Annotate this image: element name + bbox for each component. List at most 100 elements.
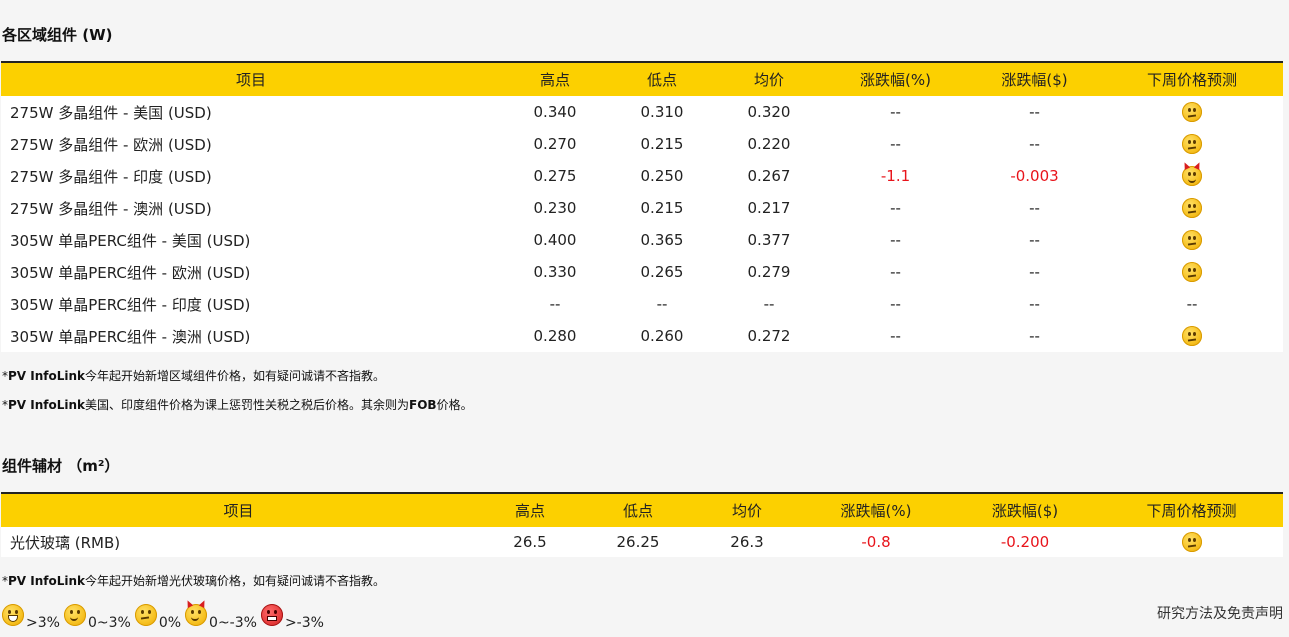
cell-change-abs: --: [1029, 135, 1040, 153]
cell-low: 0.215: [640, 135, 684, 153]
auxiliary-materials-table: 项目 高点 低点 均价 涨跌幅(%) 涨跌幅($) 下周价格预测 光伏玻璃 (R…: [1, 492, 1283, 557]
neutral-face-icon: [1182, 102, 1202, 122]
note-tariff: *PV InfoLink美国、印度组件价格为课上惩罚性关税之税后价格。其余则为F…: [2, 398, 473, 412]
cell-change-pct: --: [890, 327, 901, 345]
neutral-face-icon: [1182, 326, 1202, 346]
cell-change-abs: --: [1029, 199, 1040, 217]
legend-label: >3%: [26, 615, 60, 631]
cell-change-pct: --: [890, 135, 901, 153]
cell-item-name: 光伏玻璃 (RMB): [10, 533, 121, 552]
angry-face-icon: [260, 604, 283, 626]
cell-item-name: 275W 多晶组件 - 澳洲 (USD): [10, 199, 212, 218]
cell-forecast: [1101, 160, 1283, 192]
legend-item: 0~-3%: [185, 604, 257, 631]
brand-name: PV InfoLink: [8, 369, 86, 383]
cell-item-name: 275W 多晶组件 - 欧洲 (USD): [10, 135, 212, 154]
cell-high: 0.340: [533, 103, 577, 121]
cell-forecast: [1101, 128, 1283, 160]
cell-change-abs: -0.003: [1010, 167, 1059, 185]
col-header-avg: 均价: [731, 502, 762, 520]
cell-avg: 26.3: [730, 533, 764, 551]
cell-item-name: 275W 多晶组件 - 印度 (USD): [10, 167, 212, 186]
cell-low: 0.250: [640, 167, 684, 185]
cell-item-name: 275W 多晶组件 - 美国 (USD): [10, 103, 212, 122]
cell-item-name: 305W 单晶PERC组件 - 澳洲 (USD): [10, 327, 251, 346]
col-header-change-pct: 涨跌幅(%): [840, 502, 912, 520]
cell-high: 26.5: [513, 533, 547, 551]
cell-forecast: [1101, 224, 1283, 256]
legend-item: 0~3%: [63, 604, 131, 631]
col-header-change-abs: 涨跌幅($): [1001, 71, 1068, 89]
cell-avg: 0.272: [747, 327, 791, 345]
cell-change-abs: --: [1029, 263, 1040, 281]
table-row: 275W 多晶组件 - 美国 (USD) 0.340 0.310 0.320 -- --: [1, 96, 1283, 128]
cell-change-pct: -1.1: [880, 167, 911, 185]
section-title-auxiliary: 组件辅材 （m²）: [2, 457, 120, 475]
cell-change-abs: --: [1029, 327, 1040, 345]
cell-low: 26.25: [616, 533, 660, 551]
neutral-face-icon: [1182, 230, 1202, 250]
cell-avg: 0.320: [747, 103, 791, 121]
cell-avg: 0.220: [747, 135, 791, 153]
legend-label: 0~3%: [87, 615, 131, 631]
cell-change-pct: --: [890, 231, 901, 249]
cell-change-pct: -0.8: [861, 533, 891, 551]
cell-avg: 0.217: [747, 199, 791, 217]
brand-name: PV InfoLink: [8, 574, 86, 588]
cell-item-name: 305W 单晶PERC组件 - 欧洲 (USD): [10, 263, 251, 282]
cell-change-pct: --: [890, 295, 901, 313]
note-text: 美国、印度组件价格为课上惩罚性关税之税后价格。其余则为: [85, 398, 410, 412]
neutral-face-icon: [1182, 134, 1202, 154]
col-header-avg: 均价: [753, 71, 784, 89]
devil-face-icon: [185, 604, 208, 626]
legend-label: >-3%: [284, 615, 324, 631]
legend-label: 0%: [158, 615, 182, 631]
regional-modules-table: 项目 高点 低点 均价 涨跌幅(%) 涨跌幅($) 下周价格预测 275W 多晶…: [1, 61, 1283, 352]
table-row: 275W 多晶组件 - 澳洲 (USD) 0.230 0.215 0.217 -- --: [1, 192, 1283, 224]
cell-item-name: 305W 单晶PERC组件 - 美国 (USD): [10, 231, 251, 250]
forecast-legend: >3% 0~3% 0% 0~-3% >-3%: [2, 601, 328, 631]
note-text-tail: 价格。: [436, 398, 473, 412]
cell-high: 0.275: [533, 167, 577, 185]
cell-forecast: [1101, 320, 1283, 352]
neutral-face-icon: [134, 604, 157, 626]
cell-change-pct: --: [890, 103, 901, 121]
cell-item-name: 305W 单晶PERC组件 - 印度 (USD): [10, 295, 251, 314]
note-text: 今年起开始新增区域组件价格，如有疑问诚请不吝指教。: [85, 369, 386, 383]
col-header-item: 项目: [223, 502, 254, 520]
neutral-face-icon: [1181, 532, 1202, 552]
col-header-low: 低点: [646, 71, 677, 89]
col-header-high: 高点: [514, 502, 545, 520]
note-glass: *PV InfoLink今年起开始新增光伏玻璃价格，如有疑问诚请不吝指教。: [2, 574, 386, 588]
cell-forecast: [1101, 96, 1283, 128]
note-regional-modules: *PV InfoLink今年起开始新增区域组件价格，如有疑问诚请不吝指教。: [2, 369, 386, 383]
cell-high: --: [549, 295, 561, 313]
cell-low: 0.310: [640, 103, 684, 121]
fob-label: FOB: [409, 398, 437, 412]
table-row: 305W 单晶PERC组件 - 欧洲 (USD) 0.330 0.265 0.279 -…: [1, 256, 1283, 288]
table-header-row: 项目 高点 低点 均价 涨跌幅(%) 涨跌幅($) 下周价格预测: [1, 62, 1283, 96]
cell-high: 0.330: [533, 263, 577, 281]
cell-change-pct: --: [890, 199, 901, 217]
col-header-item: 项目: [235, 71, 266, 89]
cell-avg: 0.267: [747, 167, 791, 185]
cell-low: 0.215: [640, 199, 684, 217]
disclaimer-link[interactable]: 研究方法及免责声明: [1157, 603, 1283, 623]
cell-forecast: [1101, 256, 1283, 288]
col-header-change-pct: 涨跌幅(%): [860, 71, 931, 89]
table-row: 305W 单晶PERC组件 - 澳洲 (USD) 0.280 0.260 0.272 -…: [1, 320, 1283, 352]
note-text: 今年起开始新增光伏玻璃价格，如有疑问诚请不吝指教。: [85, 574, 386, 588]
cell-high: 0.400: [533, 231, 577, 249]
cell-forecast: --: [1186, 295, 1198, 313]
cell-avg: 0.279: [747, 263, 791, 281]
col-header-high: 高点: [539, 71, 570, 89]
table-row: 305W 单晶PERC组件 - 美国 (USD) 0.400 0.365 0.377 -…: [1, 224, 1283, 256]
devil-face-icon: [1182, 166, 1202, 186]
table-header-row: 项目 高点 低点 均价 涨跌幅(%) 涨跌幅($) 下周价格预测: [1, 493, 1283, 527]
cell-high: 0.230: [533, 199, 577, 217]
cell-high: 0.280: [533, 327, 577, 345]
neutral-face-icon: [1182, 262, 1202, 282]
cell-forecast: [1100, 527, 1283, 557]
cell-high: 0.270: [533, 135, 577, 153]
cell-low: 0.260: [640, 327, 684, 345]
